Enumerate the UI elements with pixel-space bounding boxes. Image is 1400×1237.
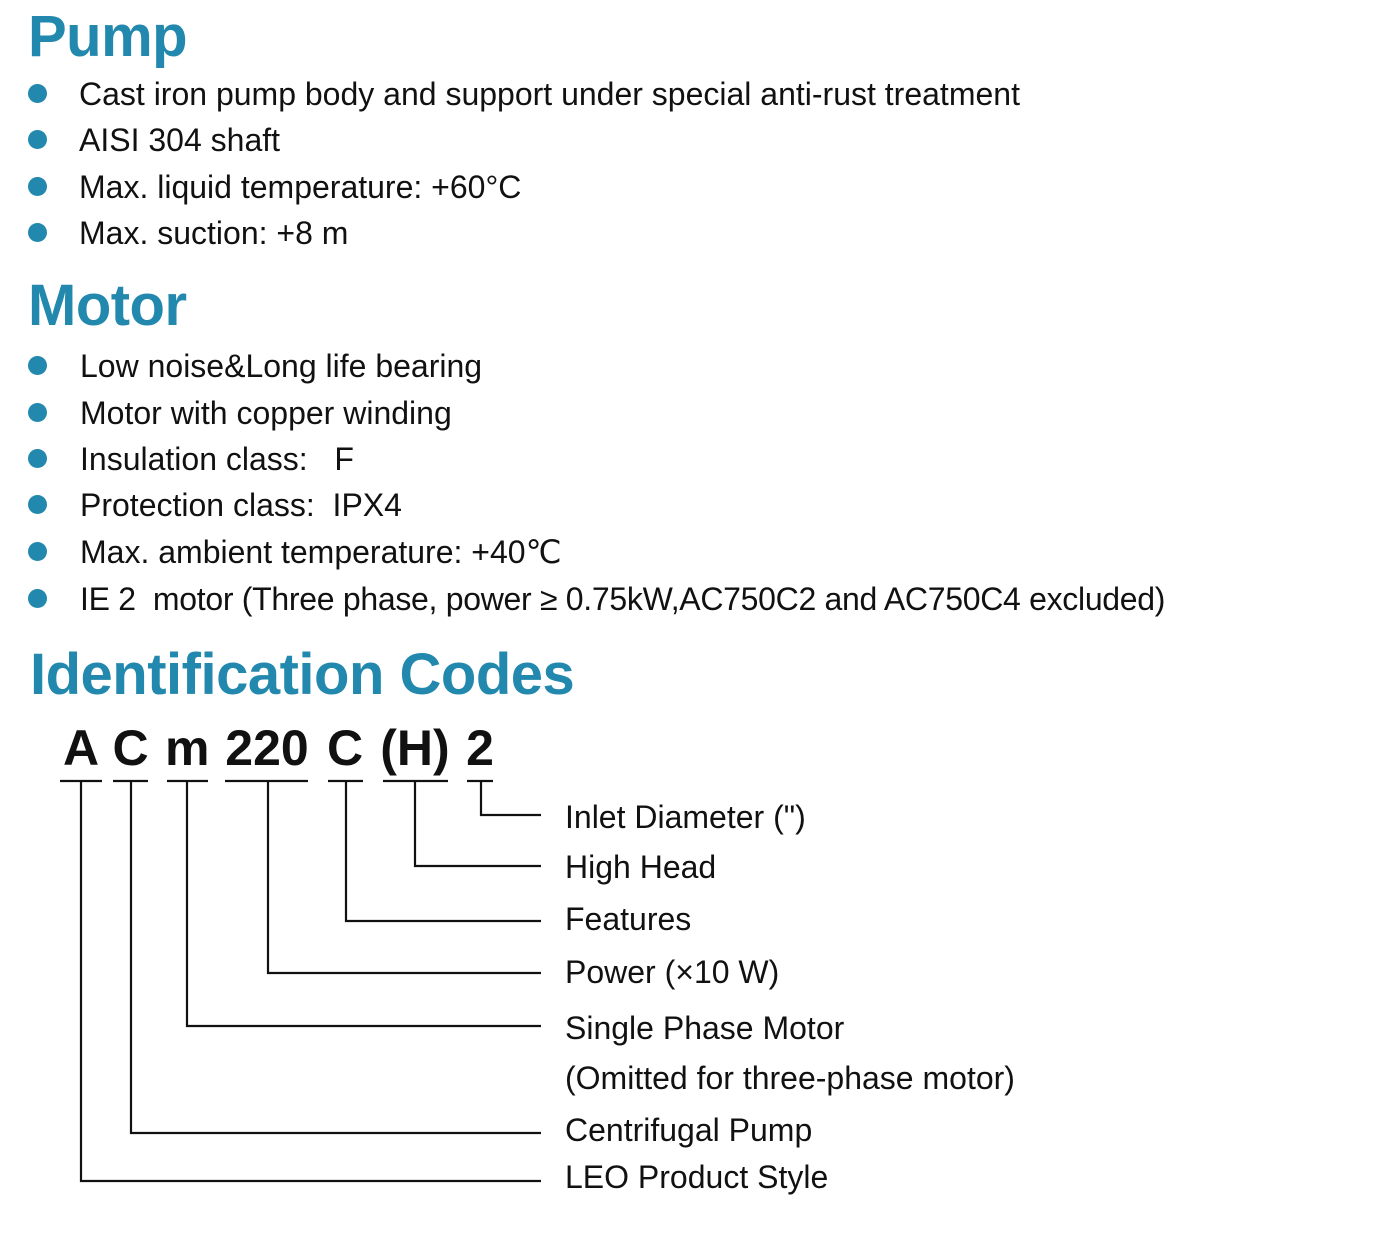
connector-features bbox=[344, 781, 541, 923]
connector-brand bbox=[79, 781, 541, 1183]
connector-power bbox=[266, 781, 541, 975]
connector-high-head bbox=[413, 781, 541, 868]
label-single-phase-motor: Single Phase Motor bbox=[565, 1010, 845, 1046]
label-leo-product-style: LEO Product Style bbox=[565, 1159, 829, 1195]
label-features: Features bbox=[565, 901, 692, 937]
label-single-phase-note: (Omitted for three-phase motor) bbox=[565, 1060, 1015, 1096]
code-connector-lines bbox=[60, 779, 541, 1183]
connector-motor-phase bbox=[185, 781, 541, 1028]
label-high-head: High Head bbox=[565, 849, 717, 885]
label-centrifugal-pump: Centrifugal Pump bbox=[565, 1112, 813, 1148]
connector-pump-type bbox=[129, 781, 541, 1135]
label-power: Power (×10 W) bbox=[565, 954, 780, 990]
connector-inlet bbox=[479, 781, 541, 817]
label-inlet-diameter: Inlet Diameter (") bbox=[565, 799, 806, 835]
